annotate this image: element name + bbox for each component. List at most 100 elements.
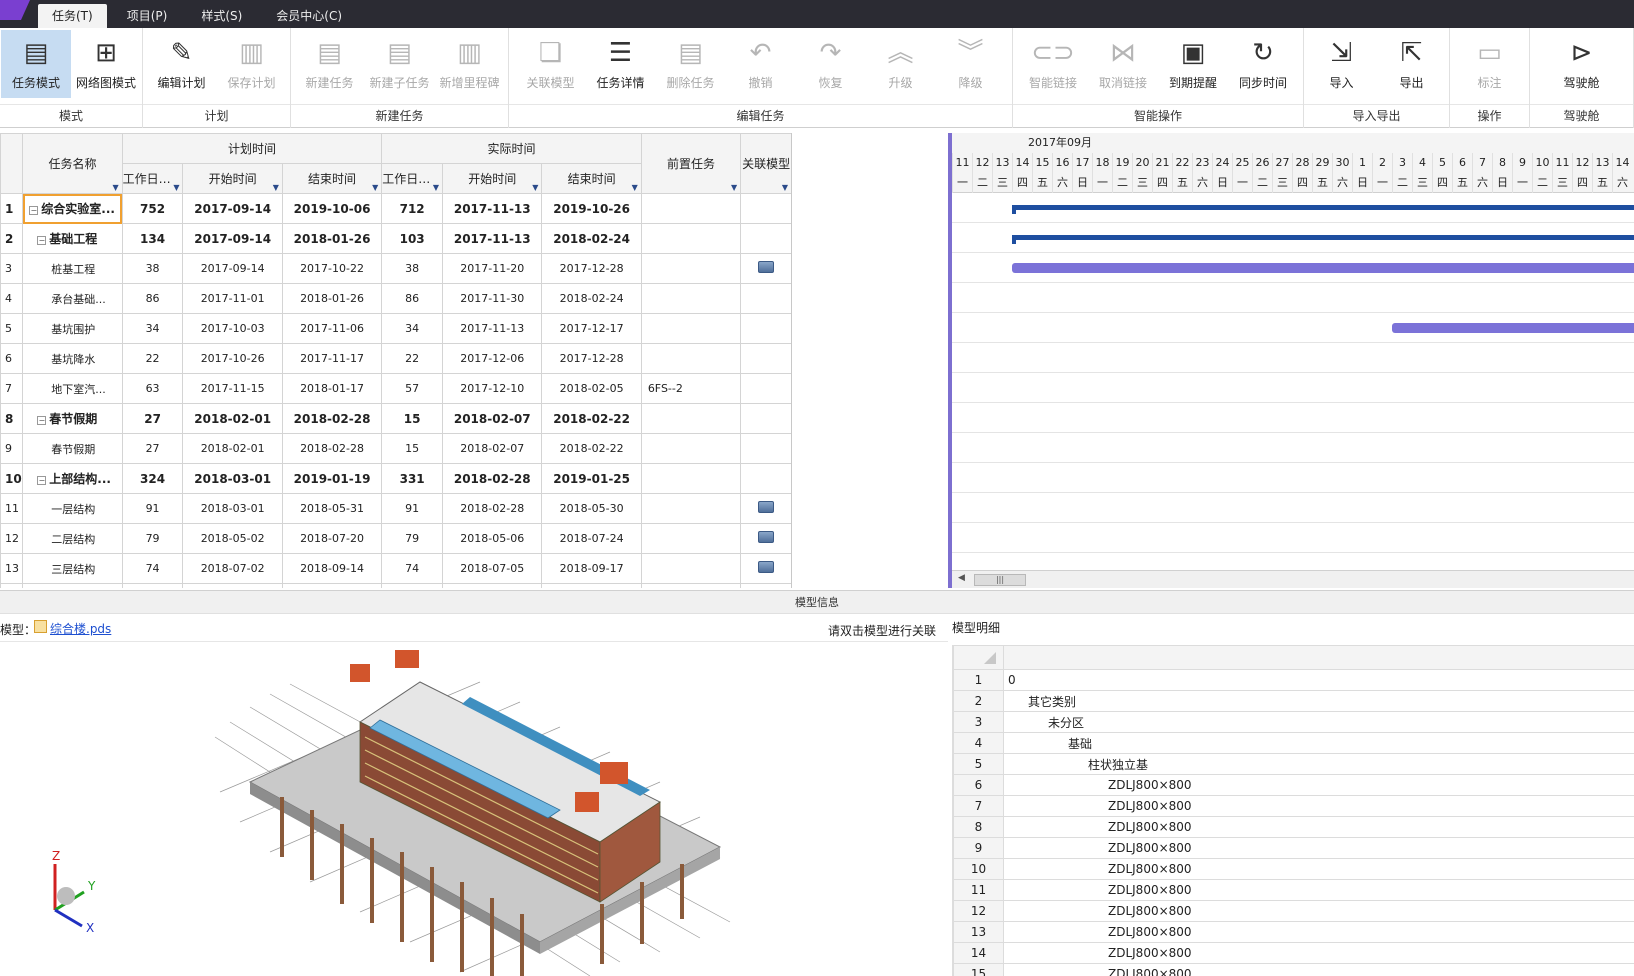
- detail-row[interactable]: 12 ZDLJ800×800: [953, 900, 1634, 922]
- planned-end-cell[interactable]: 2018-01-26: [281, 223, 383, 254]
- planned-workdays-cell[interactable]: 27: [121, 403, 184, 434]
- import-button[interactable]: ⇲ 导入: [1307, 30, 1377, 98]
- row-number[interactable]: 7: [0, 373, 24, 404]
- edit-plan-button[interactable]: ✎ 编辑计划: [147, 30, 217, 98]
- actual-start-cell[interactable]: 2018-02-07: [442, 403, 543, 434]
- gantt-summary-bar[interactable]: [1012, 205, 1634, 214]
- actual-workdays-cell[interactable]: 91: [381, 493, 444, 524]
- actual-start-cell[interactable]: 2017-11-30: [442, 283, 543, 314]
- detail-row-number[interactable]: 14: [953, 942, 1004, 964]
- planned-end-cell[interactable]: 2018-02-28: [281, 403, 383, 434]
- detail-row-text[interactable]: 其它类别: [1003, 690, 1634, 712]
- scroll-left-arrow-icon[interactable]: ◀: [958, 573, 965, 583]
- linked-model-cell[interactable]: [740, 463, 791, 494]
- actual-end-header[interactable]: 结束时间 ▼: [541, 163, 642, 194]
- detail-row-text[interactable]: ZDLJ800×800: [1003, 795, 1634, 817]
- planned-workdays-cell[interactable]: 34: [121, 313, 184, 344]
- detail-row-number[interactable]: 2: [953, 690, 1004, 712]
- actual-end-cell[interactable]: 2018-07-24: [541, 523, 642, 554]
- detail-row-number[interactable]: 11: [953, 879, 1004, 901]
- planned-end-cell[interactable]: 2019-10-06: [281, 193, 383, 224]
- task-row[interactable]: 5 基坑围护 34 2017-10-03 2017-11-06 34 2017-11-13 2…: [0, 313, 791, 344]
- detail-row[interactable]: 14 ZDLJ800×800: [953, 942, 1634, 964]
- detail-row-number[interactable]: 1: [953, 669, 1004, 691]
- detail-row-number[interactable]: 7: [953, 795, 1004, 817]
- sort-arrow-icon[interactable]: ▼: [273, 183, 279, 192]
- row-number[interactable]: 13: [0, 553, 24, 584]
- network-diagram-button[interactable]: ⊞ 网络图模式: [71, 30, 141, 98]
- predecessor-cell[interactable]: [640, 343, 742, 374]
- detail-row[interactable]: 10: [953, 669, 1634, 691]
- scroll-thumb[interactable]: |||: [974, 574, 1026, 586]
- linked-model-icon[interactable]: [758, 261, 775, 273]
- row-number[interactable]: 4: [0, 283, 24, 314]
- planned-workdays-header[interactable]: 工作日工期 ▼: [121, 163, 184, 194]
- actual-end-cell[interactable]: 2018-02-22: [541, 433, 642, 464]
- gantt-task-bar[interactable]: [1392, 323, 1634, 333]
- actual-workdays-cell[interactable]: 38: [381, 253, 444, 284]
- predecessor-cell[interactable]: [640, 193, 742, 224]
- sync-time-button[interactable]: ↻ 同步时间: [1228, 30, 1298, 98]
- linked-model-icon[interactable]: [758, 561, 775, 573]
- task-name-cell[interactable]: 桩基工程: [22, 253, 123, 284]
- planned-start-cell[interactable]: 2017-09-14: [182, 223, 283, 254]
- detail-row-number[interactable]: 8: [953, 816, 1004, 838]
- sort-arrow-icon[interactable]: ▼: [113, 183, 119, 192]
- actual-workdays-cell[interactable]: 331: [381, 463, 444, 494]
- detail-row-text[interactable]: ZDLJ800×800: [1003, 774, 1634, 796]
- menu-style[interactable]: 样式(S): [187, 4, 256, 28]
- actual-workdays-cell[interactable]: 712: [381, 193, 444, 224]
- model-detail-grid[interactable]: 1 0 2 其它类别 3 未分区 4 基础 5 柱状独立基 6 ZDLJ800×800 7 ZDLJ800…: [952, 645, 1634, 976]
- task-name-cell[interactable]: 二层结构: [22, 523, 123, 554]
- detail-row-text[interactable]: ZDLJ800×800: [1003, 921, 1634, 943]
- detail-row[interactable]: 15 ZDLJ800×800: [953, 963, 1634, 976]
- predecessor-cell[interactable]: [640, 463, 742, 494]
- collapse-icon[interactable]: −: [37, 476, 47, 485]
- planned-start-header[interactable]: 开始时间 ▼: [182, 163, 283, 194]
- detail-row-text[interactable]: ZDLJ800×800: [1003, 837, 1634, 859]
- detail-row-text[interactable]: ZDLJ800×800: [1003, 816, 1634, 838]
- menu-project[interactable]: 项目(P): [113, 4, 182, 28]
- linked-model-cell[interactable]: [740, 253, 791, 284]
- predecessor-cell[interactable]: [640, 223, 742, 254]
- task-row[interactable]: 3 桩基工程 38 2017-09-14 2017-10-22 38 2017-11-20 2…: [0, 253, 791, 284]
- detail-row[interactable]: 11 ZDLJ800×800: [953, 879, 1634, 901]
- detail-row[interactable]: 10 ZDLJ800×800: [953, 858, 1634, 880]
- sort-arrow-icon[interactable]: ▼: [532, 183, 538, 192]
- row-number[interactable]: 3: [0, 253, 24, 284]
- actual-end-cell[interactable]: 2018-02-05: [541, 373, 642, 404]
- row-number[interactable]: 8: [0, 403, 24, 434]
- gantt-horizontal-scrollbar[interactable]: ◀ |||: [952, 570, 1634, 588]
- actual-end-cell[interactable]: 2018-02-24: [541, 283, 642, 314]
- actual-start-cell[interactable]: 2017-11-20: [442, 253, 543, 284]
- planned-workdays-cell[interactable]: 74: [121, 553, 184, 584]
- linked-model-cell[interactable]: [740, 313, 791, 344]
- planned-end-header[interactable]: 结束时间 ▼: [281, 163, 383, 194]
- row-number[interactable]: 5: [0, 313, 24, 344]
- linked-model-cell[interactable]: [740, 403, 791, 434]
- detail-row[interactable]: 5 柱状独立基: [953, 753, 1634, 775]
- select-all-corner-icon[interactable]: [984, 651, 996, 664]
- detail-row[interactable]: 3 未分区: [953, 711, 1634, 733]
- planned-end-cell[interactable]: 2018-05-31: [281, 493, 383, 524]
- predecessor-cell[interactable]: [640, 553, 742, 584]
- planned-workdays-cell[interactable]: 22: [121, 343, 184, 374]
- planned-end-cell[interactable]: 2018-01-17: [281, 373, 383, 404]
- actual-end-cell[interactable]: 2018-02-22: [541, 403, 642, 434]
- task-row[interactable]: 6 基坑降水 22 2017-10-26 2017-11-17 22 2017-12-06 2…: [0, 343, 791, 374]
- detail-row[interactable]: 9 ZDLJ800×800: [953, 837, 1634, 859]
- planned-start-cell[interactable]: 2018-02-01: [182, 433, 283, 464]
- actual-start-cell[interactable]: 2018-02-07: [442, 433, 543, 464]
- linked-model-cell[interactable]: [740, 343, 791, 374]
- linked-model-icon[interactable]: [758, 501, 775, 513]
- planned-workdays-cell[interactable]: 752: [121, 193, 184, 224]
- detail-row-number[interactable]: 3: [953, 711, 1004, 733]
- planned-start-cell[interactable]: 2017-09-14: [182, 253, 283, 284]
- actual-end-cell[interactable]: 2017-12-17: [541, 313, 642, 344]
- detail-row[interactable]: 4 基础: [953, 732, 1634, 754]
- planned-end-cell[interactable]: 2018-07-20: [281, 523, 383, 554]
- planned-end-cell[interactable]: 2019-01-19: [281, 463, 383, 494]
- actual-workdays-cell[interactable]: 34: [381, 313, 444, 344]
- planned-workdays-cell[interactable]: 324: [121, 463, 184, 494]
- actual-start-cell[interactable]: 2018-05-06: [442, 523, 543, 554]
